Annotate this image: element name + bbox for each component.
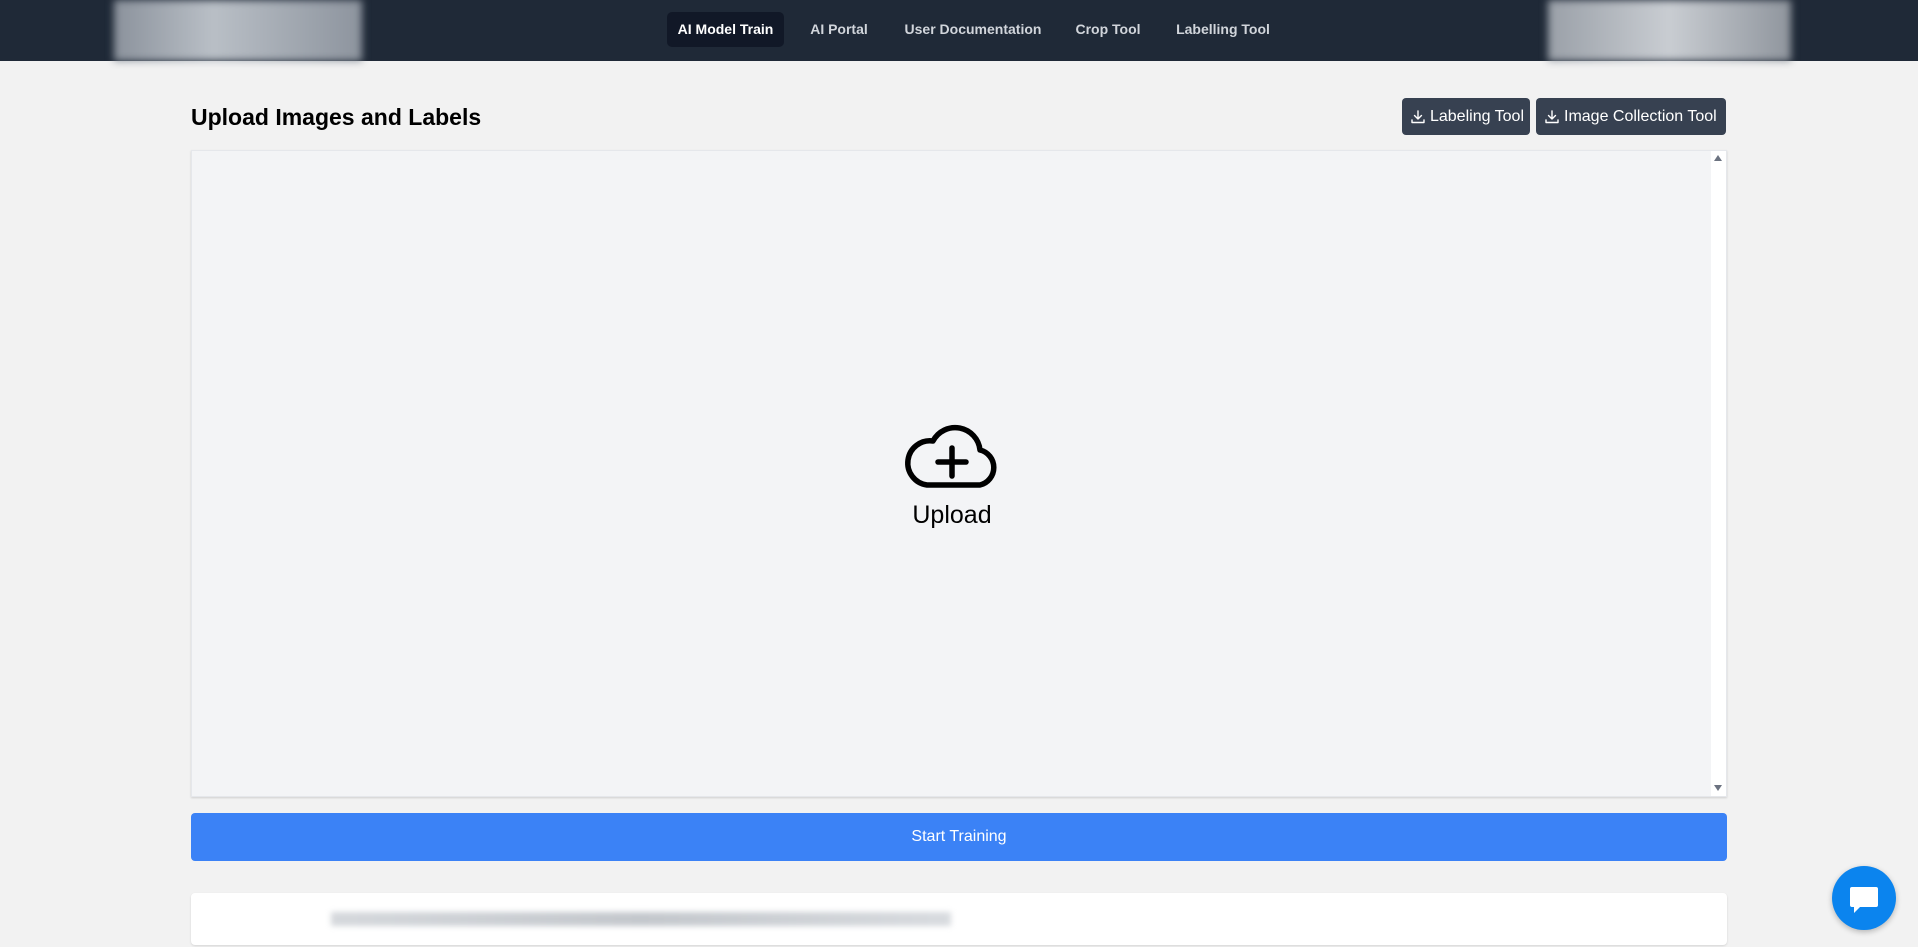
nav-labelling-tool[interactable]: Labelling Tool xyxy=(1168,12,1278,47)
image-collection-tool-label: Image Collection Tool xyxy=(1564,108,1717,125)
scroll-down-arrow-icon[interactable] xyxy=(1714,785,1722,791)
nav-user-documentation[interactable]: User Documentation xyxy=(893,12,1053,47)
upload-label: Upload xyxy=(912,501,992,529)
upload-button[interactable]: Upload xyxy=(892,417,1012,537)
cloud-plus-icon xyxy=(905,424,997,488)
nav-ai-portal[interactable]: AI Portal xyxy=(800,12,878,47)
chat-bubble-icon xyxy=(1850,887,1878,913)
download-icon xyxy=(1545,109,1559,123)
labeling-tool-label: Labeling Tool xyxy=(1429,108,1524,125)
image-collection-tool-download-button[interactable]: Image Collection Tool xyxy=(1536,98,1726,135)
page-title: Upload Images and Labels xyxy=(191,104,482,130)
upload-dropzone[interactable]: Upload xyxy=(191,150,1727,797)
status-panel xyxy=(191,893,1727,945)
start-training-button[interactable]: Start Training xyxy=(191,813,1727,861)
vertical-scrollbar[interactable] xyxy=(1711,151,1726,796)
brand-logo[interactable] xyxy=(114,0,362,61)
labeling-tool-download-button[interactable]: Labeling Tool xyxy=(1402,98,1530,135)
nav-ai-model-train[interactable]: AI Model Train xyxy=(667,12,784,47)
scroll-up-arrow-icon[interactable] xyxy=(1714,155,1722,161)
redacted-status-text xyxy=(331,912,951,926)
chat-widget-button[interactable] xyxy=(1832,866,1896,930)
top-navigation-bar: AI Model Train AI Portal User Documentat… xyxy=(0,0,1918,61)
download-icon xyxy=(1411,109,1425,123)
user-account-menu[interactable] xyxy=(1548,0,1791,61)
nav-crop-tool[interactable]: Crop Tool xyxy=(1068,12,1148,47)
